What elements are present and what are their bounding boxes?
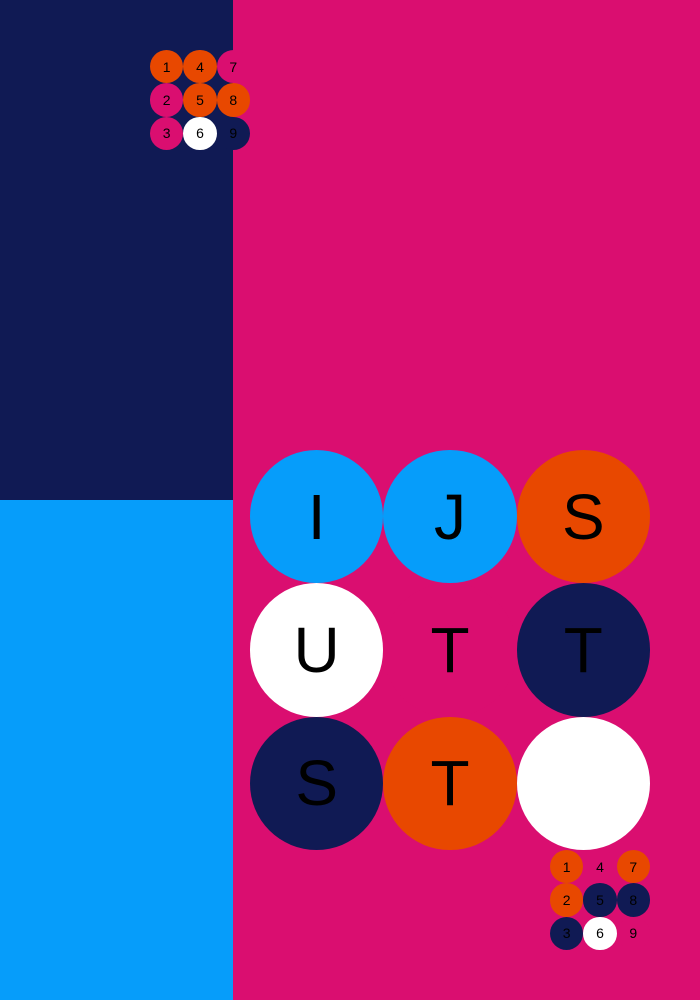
mini-top-cell-8: 8 [216,83,250,117]
mini-top-cell-3: 3 [150,116,184,150]
mini-bottom-cell-7: 7 [616,850,650,884]
mini-top-cell-2: 2 [150,83,184,117]
main-letter-grid: I J S U T T S T [250,450,650,850]
mini-top-cell-9: 9 [216,116,250,150]
canvas: I J S U T T S T 1 4 7 2 5 8 3 6 9 1 4 7 … [0,0,700,1000]
main-cell-5: T [383,583,517,717]
mini-top-cell-7: 7 [216,50,250,84]
mini-number-grid-top: 1 4 7 2 5 8 3 6 9 [150,50,250,150]
mini-top-cell-6: 6 [183,116,217,150]
main-cell-8: T [383,716,517,850]
mini-top-cell-4: 4 [183,50,217,84]
mini-number-grid-bottom: 1 4 7 2 5 8 3 6 9 [550,850,650,950]
mini-bottom-cell-3: 3 [550,916,584,950]
main-cell-2: J [383,450,517,584]
main-cell-7: S [250,716,384,850]
mini-bottom-cell-4: 4 [583,850,617,884]
main-cell-4: U [250,583,384,717]
mini-bottom-cell-8: 8 [616,883,650,917]
mini-bottom-cell-6: 6 [583,916,617,950]
mini-top-cell-1: 1 [150,50,184,84]
main-cell-9 [516,716,650,850]
mini-bottom-cell-1: 1 [550,850,584,884]
mini-top-cell-5: 5 [183,83,217,117]
main-cell-1: I [250,450,384,584]
main-cell-6: T [516,583,650,717]
main-cell-3: S [516,450,650,584]
mini-bottom-cell-2: 2 [550,883,584,917]
panel-bottom-left [0,500,233,1000]
mini-bottom-cell-9: 9 [616,916,650,950]
mini-bottom-cell-5: 5 [583,883,617,917]
